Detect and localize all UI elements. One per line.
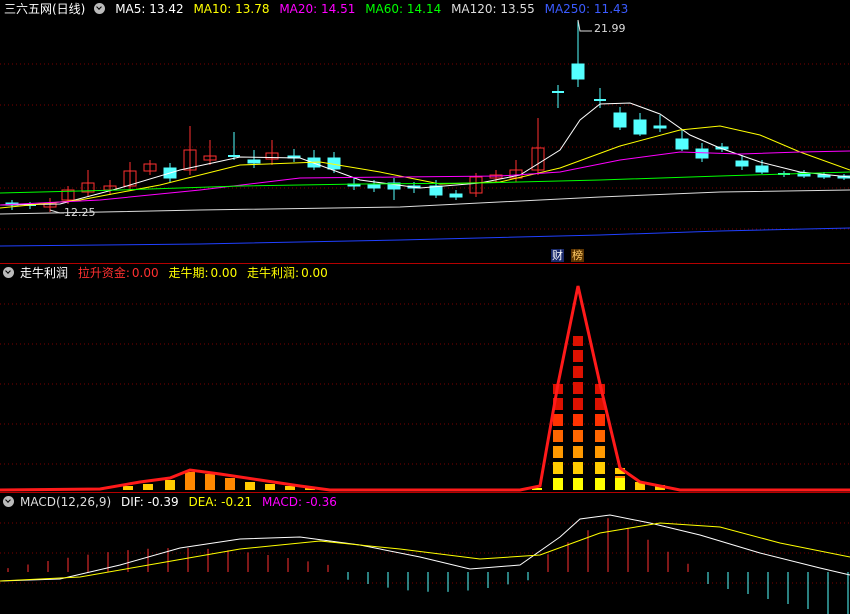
kline-panel[interactable]: 21.99 12.25 三六五网(日线) MA5: 13.42 MA10: 13.… [0,0,850,263]
ma250-line [0,227,850,247]
macd-title: MACD(12,26,9) [20,495,112,509]
profit-bar [553,430,563,442]
profit-bar [573,382,583,394]
candle-body [247,159,261,164]
profit-bar [573,366,583,378]
lift-fund-value: 0.00 [131,266,159,280]
ma20-line [0,150,850,206]
profit-bar [553,462,563,474]
macd-value-label: MACD: -0.36 [262,495,337,509]
ma10-label: MA10: 13.78 [193,2,270,16]
profit-bar [573,462,583,474]
profit-bar [595,478,605,490]
chevron-down-icon[interactable] [3,267,14,278]
ma60-label: MA60: 14.14 [365,2,442,16]
ma120-line [0,189,850,215]
candle-body [367,184,381,189]
ma60-line [0,171,850,194]
lift-fund-label: 拉升资金: [77,266,130,280]
macd-chart[interactable] [0,493,850,614]
profit-bar [553,446,563,458]
profit-bar [573,430,583,442]
candle-body [633,119,647,135]
profit-bar [615,478,625,490]
profit-bar [553,478,563,490]
profit-indicator-panel[interactable]: 走牛利润 拉升资金: 0.00 走牛期: 0.00 走牛利润: 0.00 [0,264,850,492]
profit-header: 走牛利润 拉升资金: 0.00 走牛期: 0.00 走牛利润: 0.00 [0,264,850,282]
profit-bar [595,462,605,474]
ranking-badge[interactable]: 榜 [571,249,584,262]
candle-body [675,138,689,150]
finance-badge[interactable]: 财 [551,249,564,262]
profit-bar [573,398,583,410]
profit-bar [595,430,605,442]
profit-bar [225,478,235,490]
kline-chart[interactable]: 21.99 12.25 [0,0,850,263]
profit-bar [573,414,583,426]
profit-bar [573,350,583,362]
bull-period-value: 0.00 [210,266,238,280]
macd-header: MACD(12,26,9) DIF: -0.39 DEA: -0.21 MACD… [0,493,850,511]
ma250-label: MA250: 11.43 [544,2,629,16]
profit-bar [573,336,583,346]
ma20-label: MA20: 14.51 [279,2,356,16]
high-pointer [577,19,592,32]
profit-bar [553,414,563,426]
candle-body [449,193,463,198]
profit-bar [573,478,583,490]
kline-header: 三六五网(日线) MA5: 13.42 MA10: 13.78 MA20: 14… [0,0,850,18]
chevron-down-icon[interactable] [3,496,14,507]
ma120-label: MA120: 13.55 [451,2,535,16]
candle-body [755,165,769,173]
dif-label: DIF: -0.39 [120,495,179,509]
high-price-label: 21.99 [594,22,626,35]
profit-bar [123,486,133,490]
profit-bar [573,446,583,458]
dea-label: DEA: -0.21 [188,495,253,509]
profit-bar [185,472,195,490]
candle-body [695,148,709,159]
macd-panel[interactable]: MACD(12,26,9) DIF: -0.39 DEA: -0.21 MACD… [0,493,850,614]
bull-profit-value: 0.00 [301,266,328,280]
profit-title: 走牛利润 [20,266,69,280]
bull-period-label: 走牛期: [168,266,209,280]
profit-bar [143,484,153,490]
bull-profit-label: 走牛利润: [247,266,300,280]
profit-bar [165,480,175,490]
ma5-label: MA5: 13.42 [115,2,184,16]
chevron-down-icon[interactable] [94,3,106,14]
candle-body [735,160,749,167]
profit-line [0,285,850,492]
candle-body [653,125,667,129]
profit-bar [245,482,255,490]
profit-indicator-chart[interactable] [0,264,850,492]
profit-bar [265,484,275,490]
ma10-line [0,125,850,209]
stock-title: 三六五网(日线) [4,2,86,16]
candle-body [571,63,585,80]
profit-bar [205,474,215,490]
profit-bar [285,486,295,490]
profit-bar [595,446,605,458]
profit-bar [595,414,605,426]
low-price-label: 12.25 [64,206,96,219]
candle-body [613,112,627,128]
